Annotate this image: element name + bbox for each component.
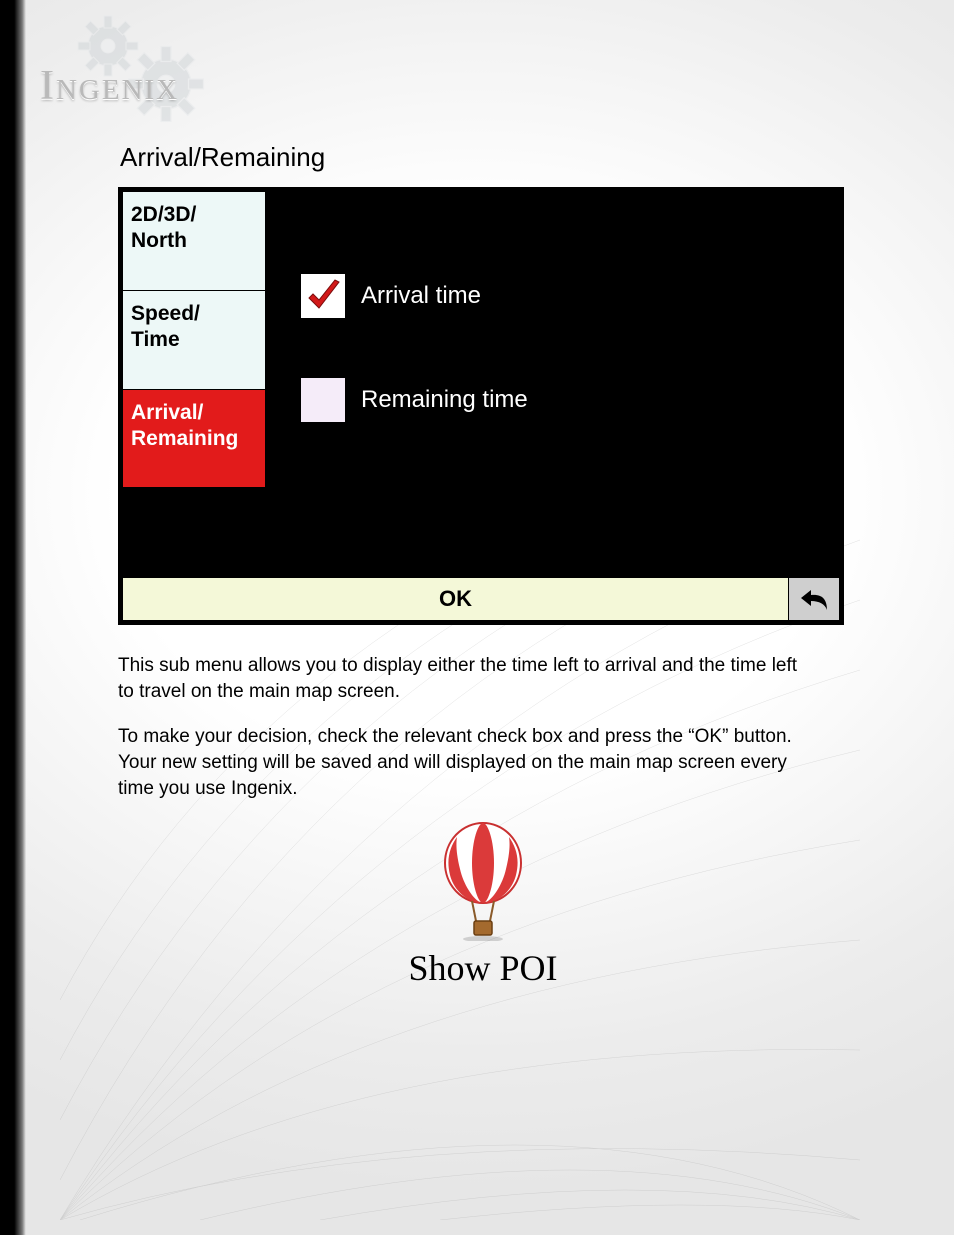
paragraph-1: This sub menu allows you to display eith… bbox=[118, 653, 818, 704]
show-poi-block[interactable]: Show POI bbox=[353, 821, 613, 989]
brand-name: Ingenix bbox=[40, 62, 179, 110]
paragraph-2: To make your decision, check the relevan… bbox=[118, 724, 818, 801]
option-arrival-time-label: Arrival time bbox=[361, 282, 481, 310]
checkmark-icon bbox=[305, 278, 341, 314]
options-panel: Arrival time Remaining time bbox=[299, 272, 528, 480]
tab-2d-3d-north[interactable]: 2D/3D/ North bbox=[122, 191, 266, 290]
tab-arrival-remaining[interactable]: Arrival/ Remaining bbox=[122, 389, 266, 488]
undo-icon bbox=[799, 586, 829, 612]
left-spine bbox=[0, 0, 26, 1235]
section-title: Arrival/Remaining bbox=[120, 142, 848, 173]
hot-air-balloon-icon bbox=[428, 821, 538, 941]
checkbox-remaining-time[interactable] bbox=[299, 376, 347, 424]
option-remaining-time-label: Remaining time bbox=[361, 386, 528, 414]
checkbox-arrival-time[interactable] bbox=[299, 272, 347, 320]
tabs-column: 2D/3D/ North Speed/ Time Arrival/ Remain… bbox=[122, 191, 266, 488]
tab-speed-time[interactable]: Speed/ Time bbox=[122, 290, 266, 389]
ok-button[interactable]: OK bbox=[122, 577, 789, 621]
description-text: This sub menu allows you to display eith… bbox=[118, 653, 818, 801]
option-arrival-time[interactable]: Arrival time bbox=[299, 272, 528, 320]
option-remaining-time[interactable]: Remaining time bbox=[299, 376, 528, 424]
bottom-bar: OK bbox=[122, 577, 840, 621]
device-screenshot: 2D/3D/ North Speed/ Time Arrival/ Remain… bbox=[118, 187, 844, 625]
show-poi-label: Show POI bbox=[353, 947, 613, 989]
brand-logo: Ingenix bbox=[40, 18, 300, 138]
back-button[interactable] bbox=[789, 577, 840, 621]
